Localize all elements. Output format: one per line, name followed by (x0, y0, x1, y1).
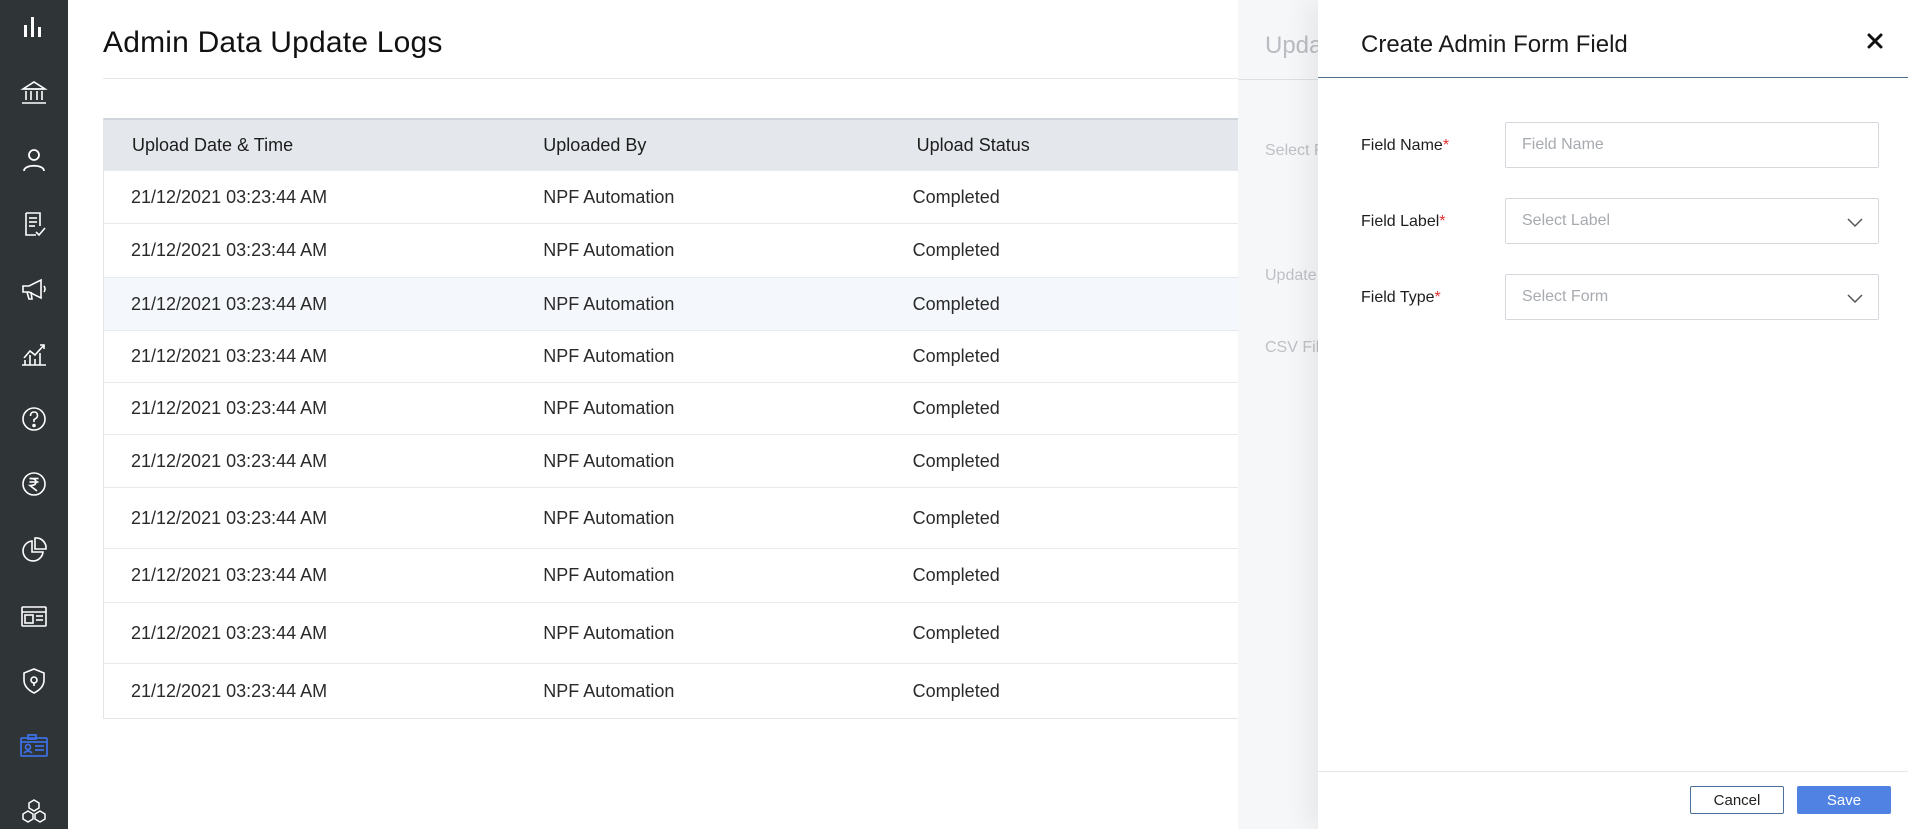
logs-table: Upload Date & Time Uploaded By Upload St… (103, 118, 1303, 719)
cell-uploaded-by: NPF Automation (543, 680, 675, 701)
cell-uploaded-by: NPF Automation (543, 565, 675, 585)
id-card-icon (20, 734, 48, 757)
field-label-label-text: Field Label (1361, 213, 1440, 230)
create-field-drawer: Create Admin Form Field Field Name* Fiel… (1318, 0, 1908, 829)
table-row: 21/12/2021 03:23:44 AM NPF Automation Co… (104, 382, 1302, 434)
bar-chart-icon (24, 17, 41, 37)
cell-uploaded-by: NPF Automation (543, 450, 675, 471)
sidebar-item-help[interactable] (0, 397, 68, 441)
background-upload-panel: Upda Select F Update CSV File (1238, 0, 1330, 829)
sidebar-item-analytics[interactable] (0, 332, 68, 376)
cell-date: 21/12/2021 03:23:44 AM (131, 680, 328, 701)
cell-uploaded-by: NPF Automation (543, 186, 675, 207)
cell-date: 21/12/2021 03:23:44 AM (131, 565, 328, 585)
field-name-input[interactable] (1505, 122, 1879, 168)
cell-date: 21/12/2021 03:23:44 AM (131, 240, 328, 260)
table-row: 21/12/2021 03:23:44 AM NPF Automation Co… (104, 548, 1302, 602)
cell-date: 21/12/2021 03:23:44 AM (131, 293, 328, 314)
browser-window-icon (21, 606, 47, 627)
cubes-icon (22, 799, 46, 823)
cell-uploaded-by: NPF Automation (543, 346, 675, 366)
cell-uploaded-by: NPF Automation (543, 398, 675, 418)
table-row: 21/12/2021 03:23:44 AM NPF Automation Co… (104, 223, 1302, 277)
cell-date: 21/12/2021 03:23:44 AM (131, 398, 328, 418)
column-header-date: Upload Date & Time (132, 134, 294, 155)
bank-icon (20, 81, 48, 104)
field-name-label: Field Name* (1361, 137, 1449, 155)
pie-chart-icon (22, 537, 47, 562)
cell-date: 21/12/2021 03:23:44 AM (131, 186, 328, 207)
field-label-placeholder: Select Label (1522, 212, 1611, 229)
field-label-select[interactable]: Select Label (1505, 198, 1879, 244)
field-type-select[interactable]: Select Form (1505, 274, 1879, 320)
chevron-down-icon (1847, 218, 1863, 228)
user-icon (23, 149, 45, 172)
table-row: 21/12/2021 03:23:44 AM NPF Automation Co… (104, 170, 1302, 223)
sidebar (0, 0, 68, 829)
table-row: 21/12/2021 03:23:44 AM NPF Automation Co… (104, 330, 1302, 382)
rupee-icon (22, 472, 46, 496)
drawer-footer-divider (1318, 771, 1908, 772)
checklist-icon (25, 212, 46, 237)
sidebar-item-admin-fields[interactable] (0, 724, 68, 768)
background-panel-label: Update (1265, 267, 1317, 284)
field-type-label-text: Field Type (1361, 289, 1435, 306)
field-type-label: Field Type* (1361, 289, 1441, 307)
cell-date: 21/12/2021 03:23:44 AM (131, 346, 328, 366)
sidebar-item-users[interactable] (0, 138, 68, 182)
required-marker: * (1442, 137, 1450, 154)
sidebar-item-payments[interactable] (0, 462, 68, 506)
cell-date: 21/12/2021 03:23:44 AM (131, 507, 328, 528)
sidebar-item-portal[interactable] (0, 594, 68, 638)
table-row: 21/12/2021 03:23:44 AM NPF Automation Co… (104, 602, 1302, 663)
close-button[interactable] (1864, 30, 1886, 52)
table-row: 21/12/2021 03:23:44 AM NPF Automation Co… (104, 434, 1302, 487)
table-row: 21/12/2021 03:23:44 AM NPF Automation Co… (104, 663, 1302, 718)
save-button[interactable]: Save (1797, 786, 1891, 814)
megaphone-icon (22, 278, 46, 300)
table-row: 21/12/2021 03:23:44 AM NPF Automation Co… (104, 277, 1302, 330)
field-name-label-text: Field Name (1361, 137, 1443, 154)
title-divider (103, 78, 1303, 79)
required-marker: * (1434, 289, 1441, 306)
drawer-title: Create Admin Form Field (1361, 31, 1628, 58)
page-title: Admin Data Update Logs (103, 26, 443, 59)
cancel-button[interactable]: Cancel (1690, 786, 1784, 814)
help-icon (22, 407, 46, 431)
background-panel-divider (1238, 79, 1330, 80)
sidebar-item-forms[interactable] (0, 202, 68, 246)
close-icon (1867, 33, 1883, 49)
sidebar-item-dashboard[interactable] (0, 5, 68, 49)
cell-uploaded-by: NPF Automation (543, 622, 675, 643)
chevron-down-icon (1847, 294, 1863, 304)
table-header: Upload Date & Time Uploaded By Upload St… (104, 120, 1302, 170)
required-marker: * (1439, 213, 1446, 230)
cell-uploaded-by: NPF Automation (543, 293, 675, 314)
background-panel-title: Upda (1265, 32, 1323, 59)
sidebar-item-reports[interactable] (0, 528, 68, 572)
sidebar-item-integrations[interactable] (0, 789, 68, 829)
sidebar-item-security[interactable] (0, 659, 68, 703)
drawer-divider (1318, 77, 1908, 78)
sidebar-item-campaigns[interactable] (0, 267, 68, 311)
cell-date: 21/12/2021 03:23:44 AM (131, 450, 328, 471)
shield-icon (23, 668, 45, 694)
cell-uploaded-by: NPF Automation (543, 507, 675, 528)
background-panel-label: Select F (1265, 142, 1324, 159)
cell-date: 21/12/2021 03:23:44 AM (131, 622, 328, 643)
column-header-uploaded-by: Uploaded By (543, 134, 647, 155)
field-label-label: Field Label* (1361, 213, 1446, 231)
table-row: 21/12/2021 03:23:44 AM NPF Automation Co… (104, 487, 1302, 548)
sidebar-item-institution[interactable] (0, 71, 68, 115)
line-chart-icon (22, 344, 46, 366)
cell-uploaded-by: NPF Automation (543, 240, 675, 260)
field-type-placeholder: Select Form (1522, 288, 1609, 305)
